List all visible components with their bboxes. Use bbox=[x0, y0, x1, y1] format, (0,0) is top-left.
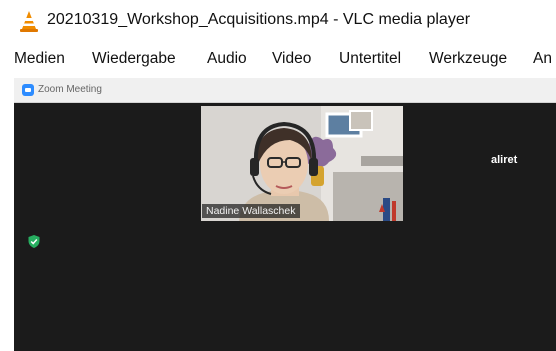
menu-wiedergabe[interactable]: Wiedergabe bbox=[92, 50, 176, 68]
vlc-cone-icon bbox=[20, 11, 38, 32]
vlc-title-bar: 20210319_Workshop_Acquisitions.mp4 - VLC… bbox=[0, 0, 556, 42]
menu-ansicht[interactable]: An bbox=[533, 50, 552, 68]
zoom-logo-icon bbox=[22, 84, 34, 96]
menu-untertitel[interactable]: Untertitel bbox=[339, 50, 401, 68]
zoom-window-title: Zoom Meeting bbox=[38, 84, 102, 95]
menu-video[interactable]: Video bbox=[272, 50, 311, 68]
participant-name-label: Nadine Wallaschek bbox=[202, 204, 300, 218]
participant-name-aliret: aliret bbox=[491, 154, 518, 166]
menu-medien[interactable]: Medien bbox=[14, 50, 65, 68]
menu-bar: Medien Wiedergabe Audio Video Untertitel… bbox=[0, 42, 556, 76]
menu-audio[interactable]: Audio bbox=[207, 50, 247, 68]
window-title: 20210319_Workshop_Acquisitions.mp4 - VLC… bbox=[47, 11, 471, 28]
zoom-window-titlebar: Zoom Meeting bbox=[14, 78, 556, 103]
menu-werkzeuge[interactable]: Werkzeuge bbox=[429, 50, 507, 68]
zoom-meeting-view: Nadine Wallaschek aliret bbox=[14, 103, 556, 351]
video-area[interactable]: Zoom Meeting Nadine Wallaschek aliret bbox=[14, 78, 556, 351]
participant-video-tile: Nadine Wallaschek bbox=[201, 106, 403, 221]
shield-icon[interactable] bbox=[28, 235, 40, 248]
